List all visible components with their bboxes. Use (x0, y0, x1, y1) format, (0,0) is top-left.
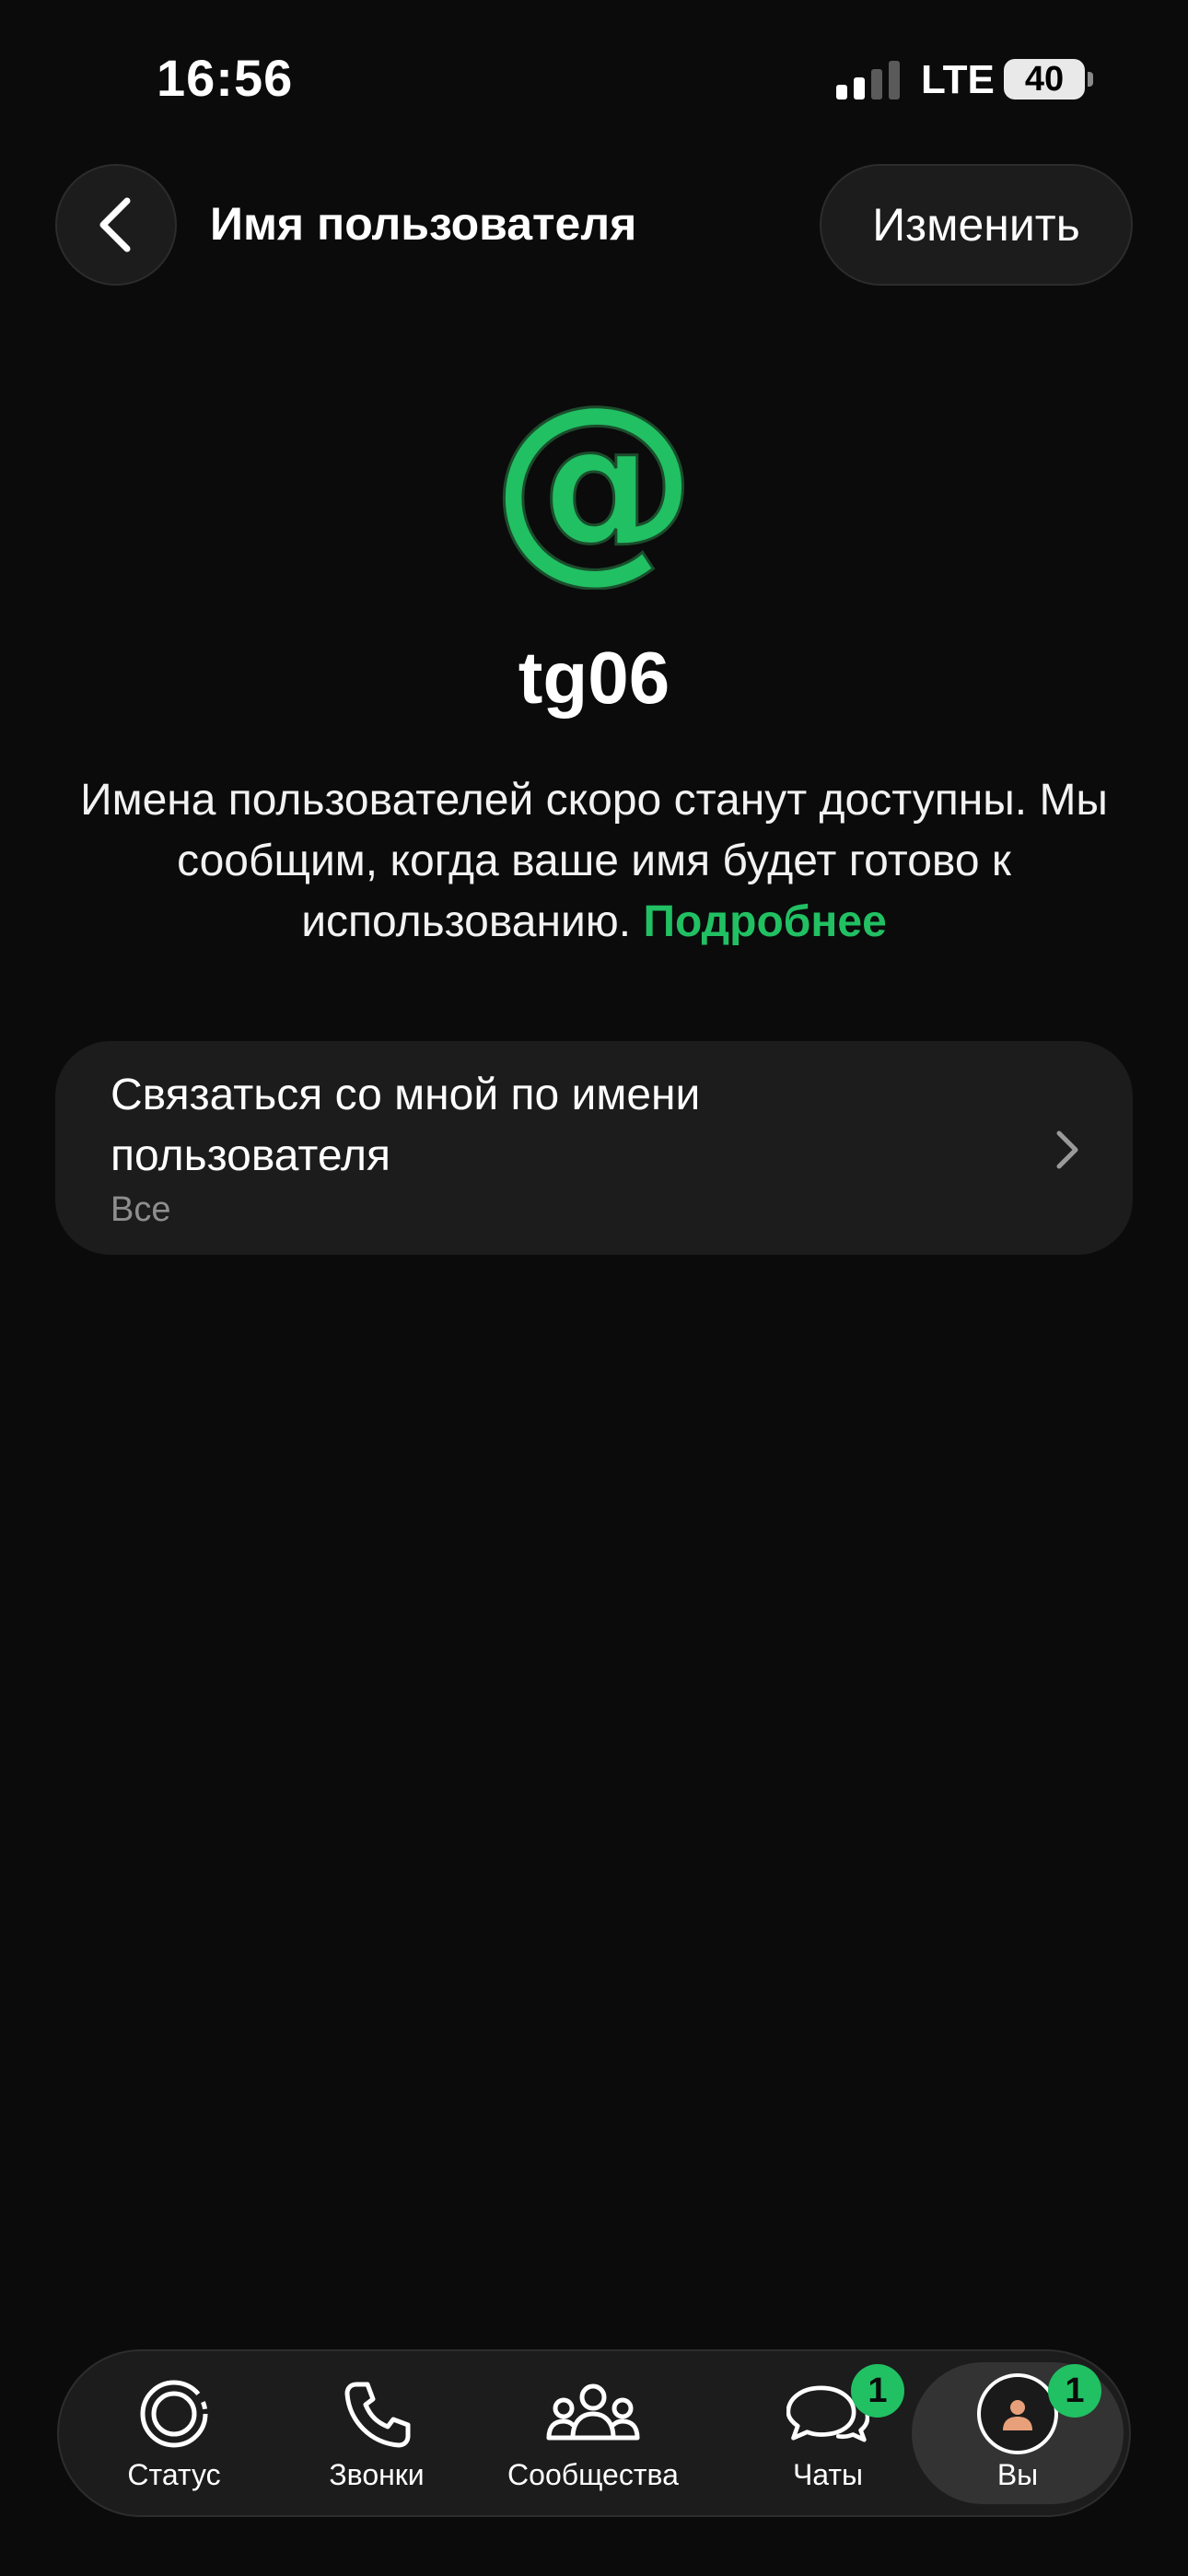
screen: 16:56 LTE 40 Имя пользователя Изменить @… (0, 0, 1188, 2576)
chats-unread-badge: 1 (851, 2364, 904, 2418)
svg-text:@: @ (497, 396, 691, 590)
signal-icon (836, 61, 900, 100)
tab-label: Сообщества (507, 2458, 679, 2491)
phone-icon (344, 2382, 411, 2448)
learn-more-link[interactable]: Подробнее (643, 897, 886, 946)
tab-label: Звонки (329, 2458, 425, 2491)
you-badge: 1 (1048, 2364, 1101, 2418)
tab-calls[interactable]: Звонки (317, 2351, 437, 2515)
username: tg06 (518, 637, 670, 719)
tab-label: Чаты (792, 2458, 864, 2491)
status-time: 16:56 (157, 49, 294, 107)
tab-communities[interactable]: Сообщества (501, 2351, 685, 2515)
back-button[interactable] (55, 164, 177, 286)
tab-status[interactable]: Статус (114, 2351, 234, 2515)
tab-label: Вы (996, 2458, 1039, 2491)
setting-value: Все (111, 1190, 171, 1229)
chevron-left-icon (99, 197, 131, 252)
page-title: Имя пользователя (210, 198, 637, 250)
communities-icon (546, 2383, 640, 2441)
avatar (977, 2373, 1058, 2454)
edit-button[interactable]: Изменить (820, 164, 1133, 286)
network-label: LTE (921, 57, 995, 102)
tab-bar: Статус Звонки Сообщества Чаты 1 Вы 1 (57, 2349, 1131, 2517)
description-text: Имена пользователей скоро станут доступн… (80, 776, 1108, 946)
at-sign-icon: @ (497, 396, 691, 590)
contact-by-username-setting[interactable]: Связаться со мной по имени пользователя … (55, 1041, 1133, 1255)
chevron-right-icon (1056, 1130, 1078, 1169)
battery-nub (1088, 72, 1093, 87)
status-icon (140, 2380, 208, 2448)
setting-title: Связаться со мной по имени пользователя (111, 1071, 701, 1180)
tab-label: Статус (127, 2458, 221, 2491)
username-description: Имена пользователей скоро станут доступн… (55, 770, 1133, 953)
battery-indicator: 40 (1004, 59, 1085, 100)
avatar-icon (1003, 2400, 1032, 2430)
